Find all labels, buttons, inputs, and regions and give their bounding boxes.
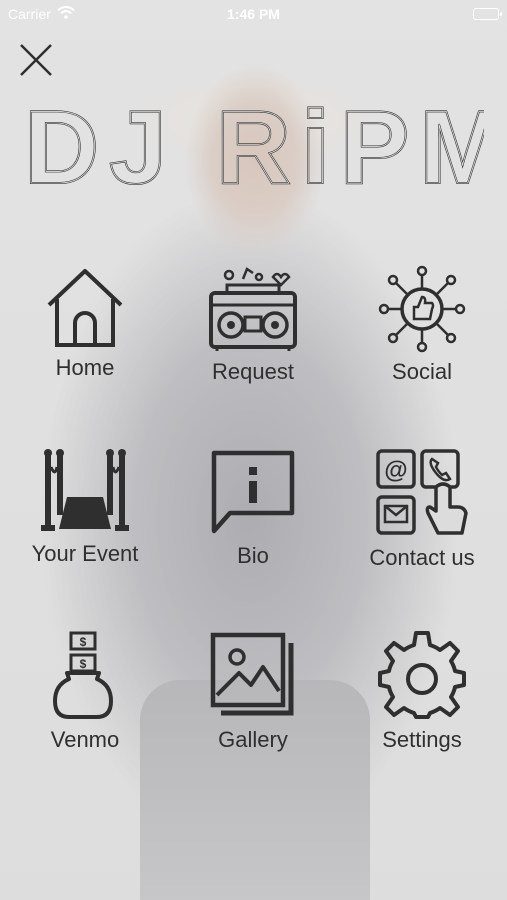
status-time: 1:46 PM [227, 6, 280, 22]
boombox-icon [209, 267, 297, 351]
menu-label-settings: Settings [382, 727, 462, 752]
menu-item-home[interactable]: Home [15, 265, 155, 405]
logo-text-inline: DJ RiPM [24, 95, 484, 195]
menu-item-your-event[interactable]: Your Event [15, 447, 155, 587]
menu-label-contact-us: Contact us [369, 545, 475, 570]
menu-item-gallery[interactable]: Gallery [183, 629, 323, 769]
contact-icon: @ [376, 449, 468, 535]
menu-label-request: Request [212, 359, 294, 384]
menu-item-bio[interactable]: Bio [183, 447, 323, 587]
info-bubble-icon [211, 450, 295, 534]
menu-item-settings[interactable]: Settings [352, 629, 492, 769]
battery-icon [473, 8, 502, 20]
menu-label-bio: Bio [237, 543, 269, 568]
money-bag-icon: $ $ [53, 631, 113, 719]
menu-item-contact-us[interactable]: @ Contact us [352, 447, 492, 587]
menu-item-venmo[interactable]: $ $ Venmo [15, 629, 155, 769]
menu-label-home: Home [55, 355, 115, 380]
close-icon [20, 44, 52, 76]
social-network-icon [378, 265, 466, 353]
menu-label-social: Social [392, 359, 452, 384]
menu-label-venmo: Venmo [50, 727, 120, 752]
menu-label-gallery: Gallery [218, 727, 288, 752]
gear-icon [378, 631, 466, 719]
menu-item-request[interactable]: Request [183, 265, 323, 405]
svg-text:$: $ [80, 635, 87, 649]
svg-text:@: @ [384, 457, 407, 484]
menu-label-your-event: Your Event [31, 541, 139, 566]
dj-logo: DJ RiPM DJ RiPM [23, 89, 507, 207]
status-bar: Carrier 1:46 PM [0, 0, 507, 28]
gallery-icon [210, 632, 294, 716]
svg-text:$: $ [80, 657, 87, 671]
house-icon [47, 269, 123, 347]
red-carpet-icon [41, 449, 129, 531]
close-button[interactable] [16, 40, 56, 80]
menu-item-social[interactable]: Social [352, 265, 492, 405]
